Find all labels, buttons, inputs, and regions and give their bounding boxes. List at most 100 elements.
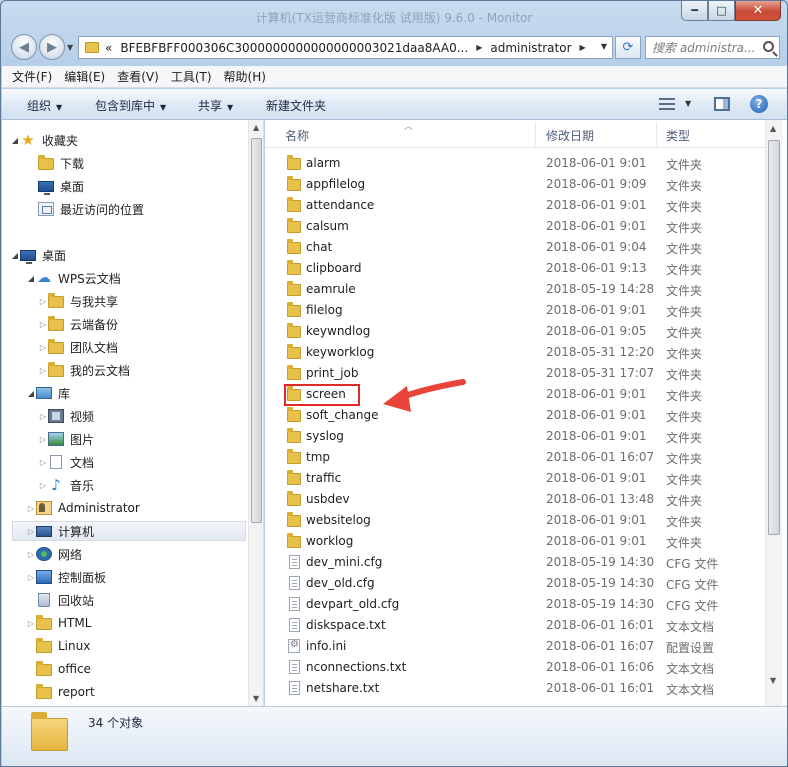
column-name[interactable]: 名称 <box>285 127 309 144</box>
change-view-icon[interactable] <box>659 98 675 110</box>
nav-recent-places[interactable]: 最近访问的位置 <box>38 199 144 219</box>
recent-pages-dropdown[interactable]: ▼ <box>67 43 73 52</box>
collapsed-triangle-icon[interactable]: ▷ <box>26 573 36 582</box>
expand-triangle-icon[interactable]: ◢ <box>10 136 20 145</box>
nav-my-cloud-docs[interactable]: ▷ 我的云文档 <box>38 360 130 380</box>
nav-recycle-bin[interactable]: 回收站 <box>36 590 94 610</box>
menu-file[interactable]: 文件(F) <box>12 68 52 85</box>
file-row[interactable]: print_job 2018-05-31 17:07 文件夹 <box>283 363 765 384</box>
file-row[interactable]: tmp 2018-06-01 16:07 文件夹 <box>283 447 765 468</box>
nav-shared-with-me[interactable]: ▷ 与我共享 <box>38 291 118 311</box>
nav-favorites[interactable]: ◢ ★ 收藏夹 <box>10 130 78 150</box>
nav-wps-cloud[interactable]: ◢ ☁ WPS云文档 <box>26 268 121 288</box>
search-box[interactable] <box>645 36 780 59</box>
collapsed-triangle-icon[interactable]: ▷ <box>38 481 48 490</box>
collapsed-triangle-icon[interactable]: ▷ <box>38 435 48 444</box>
file-row[interactable]: usbdev 2018-06-01 13:48 文件夹 <box>283 489 765 510</box>
file-row[interactable]: websitelog 2018-06-01 9:01 文件夹 <box>283 510 765 531</box>
scroll-down-icon[interactable]: ▼ <box>770 676 776 685</box>
scroll-up-icon[interactable]: ▲ <box>770 124 776 133</box>
nav-linux[interactable]: Linux <box>36 636 90 656</box>
scroll-up-icon[interactable]: ▲ <box>253 123 259 132</box>
file-row[interactable]: filelog 2018-06-01 9:01 文件夹 <box>283 300 765 321</box>
expand-triangle-icon[interactable]: ◢ <box>26 389 36 398</box>
nav-administrator[interactable]: ▷ Administrator <box>26 498 140 518</box>
column-modified[interactable]: 修改日期 <box>546 127 594 144</box>
nav-desktop[interactable]: ◢ 桌面 <box>10 245 66 265</box>
nav-videos[interactable]: ▷ 视频 <box>38 406 94 426</box>
include-in-library-button[interactable]: 包含到库中 ▼ <box>95 97 166 114</box>
nav-network[interactable]: ▷ 网络 <box>26 544 82 564</box>
nav-office[interactable]: office <box>36 659 91 679</box>
new-folder-button[interactable]: 新建文件夹 <box>266 97 326 114</box>
file-row[interactable]: netshare.txt 2018-06-01 16:01 文本文档 <box>283 678 765 699</box>
nav-library[interactable]: ◢ 库 <box>26 383 70 403</box>
address-bar[interactable]: « BFEBFBFF000306C3000000000000000003021d… <box>78 36 613 59</box>
file-row[interactable]: keywndlog 2018-06-01 9:05 文件夹 <box>283 321 765 342</box>
nav-desktop-favorite[interactable]: 桌面 <box>38 176 84 196</box>
file-row[interactable]: alarm 2018-06-01 9:01 文件夹 <box>283 153 765 174</box>
file-row[interactable]: eamrule 2018-05-19 14:28 文件夹 <box>283 279 765 300</box>
column-divider[interactable] <box>656 122 657 146</box>
nav-documents[interactable]: ▷ 文档 <box>38 452 94 472</box>
forward-button[interactable]: ▶ <box>39 34 65 60</box>
back-button[interactable]: ◀ <box>11 34 37 60</box>
file-row[interactable]: devpart_old.cfg 2018-05-19 14:30 CFG 文件 <box>283 594 765 615</box>
file-row[interactable]: calsum 2018-06-01 9:01 文件夹 <box>283 216 765 237</box>
collapsed-triangle-icon[interactable]: ▷ <box>38 320 48 329</box>
collapsed-triangle-icon[interactable]: ▷ <box>26 550 36 559</box>
file-row[interactable]: diskspace.txt 2018-06-01 16:01 文本文档 <box>283 615 765 636</box>
file-list-scrollbar-thumb[interactable] <box>768 140 780 535</box>
column-divider[interactable] <box>535 122 536 146</box>
nav-music[interactable]: ▷ ♪ 音乐 <box>38 475 94 495</box>
address-overflow[interactable]: « <box>105 41 112 55</box>
minimize-button[interactable]: ━ <box>681 1 708 21</box>
file-row[interactable]: dev_old.cfg 2018-05-19 14:30 CFG 文件 <box>283 573 765 594</box>
file-row[interactable]: info.ini 2018-06-01 16:07 配置设置 <box>283 636 765 657</box>
nav-scrollbar[interactable]: ▲ ▼ <box>248 120 263 706</box>
collapsed-triangle-icon[interactable]: ▷ <box>38 343 48 352</box>
file-row[interactable]: nconnections.txt 2018-06-01 16:06 文本文档 <box>283 657 765 678</box>
file-row[interactable]: soft_change 2018-06-01 9:01 文件夹 <box>283 405 765 426</box>
file-row[interactable]: chat 2018-06-01 9:04 文件夹 <box>283 237 765 258</box>
breadcrumb-segment[interactable]: BFEBFBFF000306C3000000000000000003021daa… <box>120 41 468 55</box>
menu-help[interactable]: 帮助(H) <box>224 68 266 85</box>
nav-html[interactable]: ▷ HTML <box>26 613 91 633</box>
file-row[interactable]: syslog 2018-06-01 9:01 文件夹 <box>283 426 765 447</box>
collapsed-triangle-icon[interactable]: ▷ <box>38 458 48 467</box>
collapsed-triangle-icon[interactable]: ▷ <box>38 297 48 306</box>
collapsed-triangle-icon[interactable]: ▷ <box>26 527 36 536</box>
breadcrumb-chevron-icon[interactable]: ▶ <box>476 43 482 52</box>
organize-button[interactable]: 组织 ▼ <box>27 97 62 114</box>
file-row[interactable]: traffic 2018-06-01 9:01 文件夹 <box>283 468 765 489</box>
address-dropdown-icon[interactable]: ▼ <box>601 42 607 51</box>
share-button[interactable]: 共享 ▼ <box>198 97 233 114</box>
search-input[interactable] <box>652 40 762 55</box>
file-row[interactable]: keyworklog 2018-05-31 12:20 文件夹 <box>283 342 765 363</box>
collapsed-triangle-icon[interactable]: ▷ <box>38 412 48 421</box>
column-type[interactable]: 类型 <box>666 127 690 144</box>
file-list-scrollbar[interactable]: ▲ ▼ <box>765 120 782 706</box>
preview-pane-icon[interactable] <box>714 97 730 111</box>
help-icon[interactable]: ? <box>750 95 768 113</box>
view-options-dropdown-icon[interactable]: ▼ <box>685 99 691 108</box>
collapsed-triangle-icon[interactable]: ▷ <box>26 619 36 628</box>
menu-view[interactable]: 查看(V) <box>117 68 159 85</box>
refresh-button[interactable]: ⟳ <box>615 36 641 59</box>
search-icon[interactable] <box>763 41 774 52</box>
menu-tools[interactable]: 工具(T) <box>171 68 212 85</box>
scroll-down-icon[interactable]: ▼ <box>253 694 259 703</box>
expand-triangle-icon[interactable]: ◢ <box>10 251 20 260</box>
expand-triangle-icon[interactable]: ◢ <box>26 274 36 283</box>
nav-downloads[interactable]: 下载 <box>38 153 84 173</box>
nav-scrollbar-thumb[interactable] <box>251 138 262 523</box>
breadcrumb-segment[interactable]: administrator <box>490 41 571 55</box>
close-button[interactable]: ✕ <box>735 1 781 21</box>
file-row[interactable]: dev_mini.cfg 2018-05-19 14:30 CFG 文件 <box>283 552 765 573</box>
nav-computer[interactable]: ▷ 计算机 <box>12 521 246 541</box>
file-row[interactable]: attendance 2018-06-01 9:01 文件夹 <box>283 195 765 216</box>
nav-report[interactable]: report <box>36 682 95 702</box>
nav-team-docs[interactable]: ▷ 团队文档 <box>38 337 118 357</box>
nav-control-panel[interactable]: ▷ 控制面板 <box>26 567 106 587</box>
nav-cloud-backup[interactable]: ▷ 云端备份 <box>38 314 118 334</box>
